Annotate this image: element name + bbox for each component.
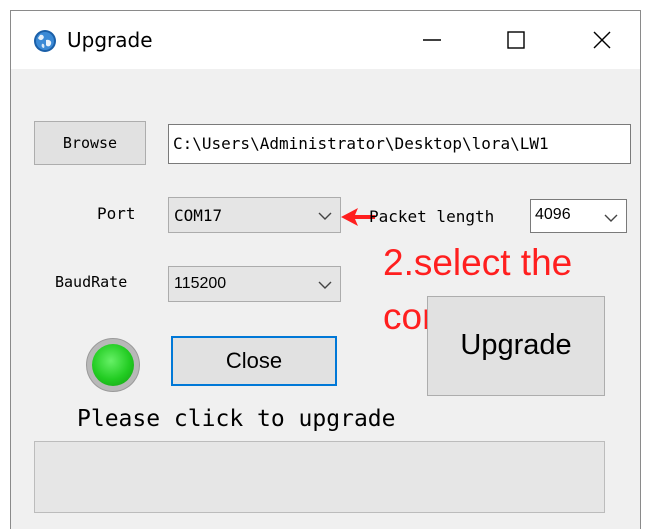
baudrate-select[interactable]: 115200 xyxy=(168,266,341,302)
chevron-down-icon xyxy=(318,212,332,220)
port-selected-value: COM17 xyxy=(174,206,223,225)
status-led-light xyxy=(92,344,134,386)
close-port-button[interactable]: Close xyxy=(171,336,337,386)
port-select[interactable]: COM17 xyxy=(168,197,341,233)
port-label: Port xyxy=(97,204,136,223)
file-path-field[interactable]: C:\Users\Administrator\Desktop\lora\LW1 xyxy=(168,124,631,164)
baudrate-selected-value: 115200 xyxy=(174,275,227,292)
browse-button[interactable]: Browse xyxy=(34,121,146,165)
minimize-icon xyxy=(423,39,441,41)
packet-length-label: Packet length xyxy=(369,207,495,226)
baudrate-label: BaudRate xyxy=(55,273,128,291)
chevron-down-icon xyxy=(604,214,618,222)
upgrade-progress-bar xyxy=(34,441,605,513)
packet-length-select[interactable]: 4096 xyxy=(530,199,627,233)
upgrade-window: Upgrade Browse C:\Users\Administrator\De… xyxy=(10,10,641,529)
title-bar: Upgrade xyxy=(11,11,640,69)
status-message: Please click to upgrade xyxy=(77,406,396,432)
chevron-down-icon xyxy=(318,281,332,289)
status-led-indicator xyxy=(86,338,140,392)
packet-length-selected-value: 4096 xyxy=(535,206,571,223)
minimize-button[interactable] xyxy=(402,11,462,69)
maximize-button[interactable] xyxy=(486,11,546,69)
close-window-button[interactable] xyxy=(572,11,632,69)
upgrade-button[interactable]: Upgrade xyxy=(427,296,605,396)
maximize-icon xyxy=(507,31,525,49)
globe-icon xyxy=(34,30,56,52)
window-title: Upgrade xyxy=(67,28,153,52)
close-icon xyxy=(593,31,611,49)
